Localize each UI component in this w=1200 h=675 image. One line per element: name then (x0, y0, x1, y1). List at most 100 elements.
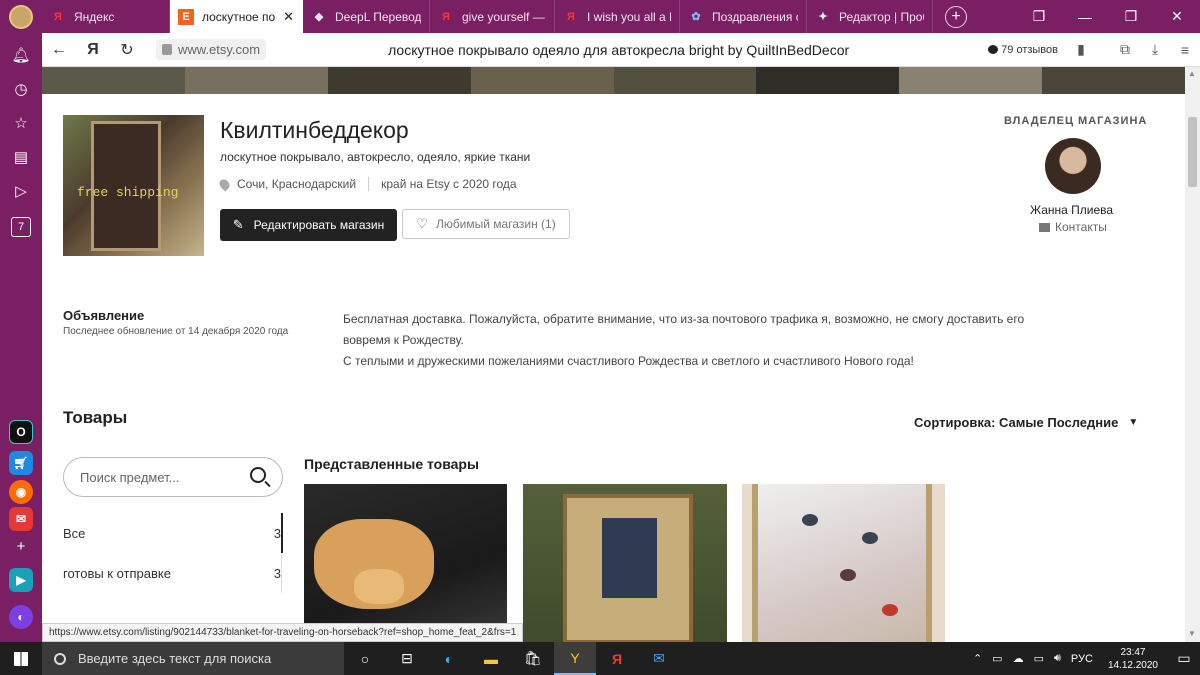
browser-tab[interactable]: ◆ DeepL Переводч (303, 0, 430, 33)
new-tab-button[interactable]: + (945, 5, 967, 28)
bird-decoration (840, 569, 856, 581)
item-search-input[interactable]: Поиск предмет... (63, 457, 283, 497)
shop-icon-image[interactable]: free shipping (63, 115, 204, 256)
search-icon[interactable] (250, 467, 266, 483)
shop-banner (42, 67, 1185, 94)
owner-label: ВЛАДЕЛЕЦ МАГАЗИНА (1004, 115, 1148, 127)
browser-tab[interactable]: ✿ Поздравления с (680, 0, 807, 33)
edit-shop-button[interactable]: ✎ Редактировать магазин (220, 209, 397, 241)
bird-decoration (802, 514, 818, 526)
clock-date: 14.12.2020 (1107, 659, 1158, 671)
calendar-badge-icon[interactable]: 7 (11, 217, 31, 237)
download-icon[interactable]: ⤓ (1140, 41, 1170, 58)
category-label: Все (63, 525, 86, 541)
history-icon[interactable]: ◷ (11, 79, 31, 99)
owner-name[interactable]: Жанна Плиева (1030, 203, 1113, 217)
scroll-up-icon[interactable]: ▲ (1188, 69, 1196, 78)
task-view-icon[interactable]: ⊟ (386, 642, 428, 675)
location-pin-icon (217, 176, 232, 192)
close-tab-icon[interactable]: ✕ (283, 9, 294, 25)
browser-sidebar: 🔔︎ ◷ ☆ ▤ ▷ 7 O 🛒︎ ◉ ✉ + ▶ ◐ (0, 33, 42, 642)
tab-favicon-icon: ✿ (691, 11, 701, 23)
bookmark-icon[interactable]: ▮ (1066, 41, 1096, 58)
url-host-chip[interactable]: www.etsy.com (156, 39, 267, 60)
owner-avatar[interactable] (1045, 138, 1101, 194)
clock[interactable]: 23:47 14.12.2020 (1108, 646, 1158, 672)
tab-favicon-icon: Я (567, 10, 575, 23)
listing-card[interactable] (304, 484, 507, 642)
play-icon[interactable]: ▷ (11, 181, 31, 201)
market-app-icon[interactable]: 🛒︎ (9, 451, 33, 475)
browser-tab[interactable]: Я I wish you all a M (555, 0, 680, 33)
address-page-title[interactable]: лоскутное покрывало одеяло для автокресл… (388, 42, 849, 58)
reload-icon[interactable]: ↻ (110, 40, 144, 60)
scroll-thumb[interactable] (1188, 117, 1197, 187)
shop-meta: Сочи, Краснодарский край на Etsy с 2020 … (217, 176, 517, 192)
media-app-icon[interactable]: ▶ (9, 568, 33, 592)
category-all[interactable]: Все 3 (63, 513, 281, 553)
category-active-indicator (281, 513, 283, 553)
edge-icon[interactable]: ◐ (428, 642, 470, 675)
system-tray: ⌃ ▭ ☁ ▭ 🔊︎ РУС 23:47 14.12.2020 ▭ (968, 646, 1200, 672)
yandex-browser-icon[interactable]: Y (554, 642, 596, 675)
listing-image (314, 519, 434, 609)
collections-icon[interactable]: ▤ (11, 147, 31, 167)
extensions-icon[interactable]: ⧉ (1110, 41, 1140, 58)
lock-icon (162, 44, 172, 55)
chevron-up-icon[interactable]: ⌃ (973, 652, 982, 665)
alice-app-icon[interactable]: O (9, 420, 33, 444)
favorite-shop-label: Любимый магазин (1) (435, 217, 556, 231)
yandex-home-icon[interactable]: Я (76, 41, 110, 59)
close-window-button[interactable]: ✕ (1154, 8, 1200, 25)
cortana-icon[interactable]: ○ (344, 642, 386, 675)
taskbar-search[interactable]: Введите здесь текст для поиска (42, 642, 344, 675)
owner-contacts-link[interactable]: Контакты (1039, 220, 1107, 234)
category-ready-to-ship[interactable]: готовы к отправке 3 (63, 553, 281, 593)
restore-button[interactable]: ❐ (1108, 8, 1154, 25)
sort-dropdown[interactable]: Сортировка: Самые Последние ▼ (914, 415, 1138, 430)
start-button[interactable] (0, 642, 42, 675)
page-scrollbar[interactable]: ▲ ▼ (1185, 67, 1200, 642)
browser-tab[interactable]: Яgive yourself — Я (430, 0, 555, 33)
browser-tab[interactable]: ✦ Редактор | Проб (807, 0, 933, 33)
announcement-line: вовремя к Рождеству. (343, 333, 464, 347)
yandex-icon[interactable]: Я (596, 642, 638, 675)
tabs-list-icon[interactable]: ❐ (1016, 8, 1062, 25)
reviews-badge[interactable]: 79 отзывов (988, 44, 1058, 56)
cloud-icon[interactable]: ☁ (1013, 652, 1024, 665)
taskbar-search-placeholder: Введите здесь текст для поиска (78, 651, 272, 666)
address-bar: ← Я ↻ www.etsy.com лоскутное покрывало о… (42, 33, 1200, 67)
bookmarks-star-icon[interactable]: ☆ (11, 113, 31, 133)
add-app-icon[interactable]: + (11, 536, 31, 556)
bell-icon[interactable]: 🔔︎ (11, 45, 31, 65)
mail-app-icon[interactable]: ✉ (9, 507, 33, 531)
favorite-shop-button[interactable]: ♡ Любимый магазин (1) (402, 209, 570, 239)
clock-time: 23:47 (1120, 646, 1146, 658)
edit-shop-label: Редактировать магазин (253, 218, 385, 232)
notifications-icon[interactable]: ▭ (1168, 650, 1200, 667)
listing-card[interactable] (523, 484, 727, 642)
minimize-button[interactable]: — (1062, 9, 1108, 25)
language-indicator[interactable]: РУС (1071, 653, 1093, 665)
network-icon[interactable]: ▭ (1034, 652, 1044, 665)
listing-card[interactable] (742, 484, 945, 642)
browser-tab[interactable]: Eлоскутное пок ✕ (170, 0, 303, 33)
browser-tab[interactable]: Я Яндекс (42, 0, 170, 33)
music-app-icon[interactable]: ◉ (9, 480, 33, 504)
back-arrow-icon[interactable]: ← (42, 41, 76, 59)
battery-icon[interactable]: ▭ (992, 652, 1002, 665)
volume-icon[interactable]: 🔊︎ (1054, 652, 1061, 665)
menu-icon[interactable]: ≡ (1170, 42, 1200, 58)
category-count: 3 (273, 525, 281, 541)
tab-favicon-icon: E (178, 8, 194, 25)
mail-icon[interactable]: ✉ (638, 642, 680, 675)
assistant-app-icon[interactable]: ◐ (9, 605, 33, 629)
tab-title: give yourself — Я (462, 9, 546, 24)
tab-title: Редактор | Проб (839, 9, 924, 24)
profile-avatar[interactable] (0, 0, 42, 33)
scroll-down-icon[interactable]: ▼ (1188, 629, 1196, 638)
file-explorer-icon[interactable]: ▬ (470, 642, 512, 675)
search-placeholder: Поиск предмет... (80, 469, 180, 485)
address-bar-actions: ▮ ⧉ ⤓ ≡ (1066, 41, 1200, 58)
store-icon[interactable]: 🛍︎ (512, 642, 554, 675)
